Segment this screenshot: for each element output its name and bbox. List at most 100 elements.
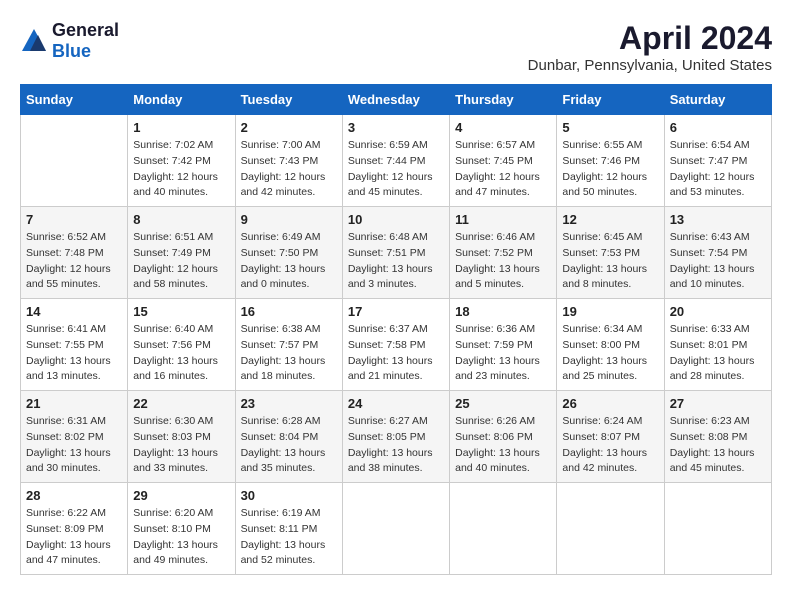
day-number: 12 [562,212,658,227]
week-row-3: 14 Sunrise: 6:41 AMSunset: 7:55 PMDayligh… [21,299,772,391]
calendar-cell: 15 Sunrise: 6:40 AMSunset: 7:56 PMDayligh… [128,299,235,391]
day-number: 28 [26,488,122,503]
week-row-1: 1Sunrise: 7:02 AMSunset: 7:42 PMDaylight… [21,115,772,207]
logo-general: General [52,20,119,40]
calendar-cell: 19 Sunrise: 6:34 AMSunset: 8:00 PMDayligh… [557,299,664,391]
logo-icon [20,27,48,55]
header-day-sunday: Sunday [21,85,128,115]
calendar-cell: 10Sunrise: 6:48 AMSunset: 7:51 PMDayligh… [342,207,449,299]
cell-info: Sunrise: 6:26 AMSunset: 8:06 PMDaylight:… [455,414,551,477]
header-day-friday: Friday [557,85,664,115]
day-number: 4 [455,120,551,135]
calendar-table: SundayMondayTuesdayWednesdayThursdayFrid… [20,84,772,575]
day-number: 30 [241,488,337,503]
cell-info: Sunrise: 6:57 AMSunset: 7:45 PMDaylight:… [455,138,551,201]
day-number: 18 [455,304,551,319]
calendar-cell: 11Sunrise: 6:46 AMSunset: 7:52 PMDayligh… [450,207,557,299]
cell-info: Sunrise: 6:37 AMSunset: 7:58 PMDaylight:… [348,322,444,385]
cell-info: Sunrise: 6:45 AMSunset: 7:53 PMDaylight:… [562,230,658,293]
calendar-cell: 25 Sunrise: 6:26 AMSunset: 8:06 PMDayligh… [450,391,557,483]
day-number: 22 [133,396,229,411]
cell-info: Sunrise: 6:52 AMSunset: 7:48 PMDaylight:… [26,230,122,293]
header: General Blue April 2024 Dunbar, Pennsylv… [20,20,772,74]
day-number: 25 [455,396,551,411]
cell-info: Sunrise: 6:41 AMSunset: 7:55 PMDaylight:… [26,322,122,385]
calendar-cell: 23Sunrise: 6:28 AMSunset: 8:04 PMDayligh… [235,391,342,483]
cell-info: Sunrise: 6:54 AMSunset: 7:47 PMDaylight:… [670,138,766,201]
header-day-wednesday: Wednesday [342,85,449,115]
cell-info: Sunrise: 6:20 AMSunset: 8:10 PMDaylight:… [133,506,229,569]
day-number: 21 [26,396,122,411]
cell-info: Sunrise: 6:33 AMSunset: 8:01 PMDaylight:… [670,322,766,385]
day-number: 14 [26,304,122,319]
calendar-cell: 1Sunrise: 7:02 AMSunset: 7:42 PMDaylight… [128,115,235,207]
header-day-monday: Monday [128,85,235,115]
calendar-cell: 9 Sunrise: 6:49 AMSunset: 7:50 PMDaylight… [235,207,342,299]
cell-info: Sunrise: 6:48 AMSunset: 7:51 PMDaylight:… [348,230,444,293]
day-number: 2 [241,120,337,135]
cell-info: Sunrise: 6:36 AMSunset: 7:59 PMDaylight:… [455,322,551,385]
day-number: 13 [670,212,766,227]
calendar-cell: 2 Sunrise: 7:00 AMSunset: 7:43 PMDaylight… [235,115,342,207]
calendar-cell: 22 Sunrise: 6:30 AMSunset: 8:03 PMDayligh… [128,391,235,483]
day-number: 7 [26,212,122,227]
cell-info: Sunrise: 7:02 AMSunset: 7:42 PMDaylight:… [133,138,229,201]
calendar-cell: 6 Sunrise: 6:54 AMSunset: 7:47 PMDaylight… [664,115,771,207]
day-number: 6 [670,120,766,135]
day-number: 3 [348,120,444,135]
cell-info: Sunrise: 6:24 AMSunset: 8:07 PMDaylight:… [562,414,658,477]
day-number: 19 [562,304,658,319]
day-number: 27 [670,396,766,411]
calendar-cell: 28 Sunrise: 6:22 AMSunset: 8:09 PMDayligh… [21,483,128,575]
calendar-cell: 4 Sunrise: 6:57 AMSunset: 7:45 PMDaylight… [450,115,557,207]
day-number: 17 [348,304,444,319]
calendar-cell: 24Sunrise: 6:27 AMSunset: 8:05 PMDayligh… [342,391,449,483]
calendar-cell: 26 Sunrise: 6:24 AMSunset: 8:07 PMDayligh… [557,391,664,483]
cell-info: Sunrise: 6:30 AMSunset: 8:03 PMDaylight:… [133,414,229,477]
calendar-cell [664,483,771,575]
cell-info: Sunrise: 6:55 AMSunset: 7:46 PMDaylight:… [562,138,658,201]
cell-info: Sunrise: 6:43 AMSunset: 7:54 PMDaylight:… [670,230,766,293]
day-number: 9 [241,212,337,227]
day-number: 26 [562,396,658,411]
cell-info: Sunrise: 6:49 AMSunset: 7:50 PMDaylight:… [241,230,337,293]
day-number: 15 [133,304,229,319]
calendar-cell [557,483,664,575]
calendar-cell: 5 Sunrise: 6:55 AMSunset: 7:46 PMDaylight… [557,115,664,207]
cell-info: Sunrise: 6:51 AMSunset: 7:49 PMDaylight:… [133,230,229,293]
header-row: SundayMondayTuesdayWednesdayThursdayFrid… [21,85,772,115]
logo: General Blue [20,20,119,62]
day-number: 20 [670,304,766,319]
title-area: April 2024 Dunbar, Pennsylvania, United … [528,20,772,74]
calendar-cell: 8Sunrise: 6:51 AMSunset: 7:49 PMDaylight… [128,207,235,299]
day-number: 11 [455,212,551,227]
day-number: 16 [241,304,337,319]
cell-info: Sunrise: 6:31 AMSunset: 8:02 PMDaylight:… [26,414,122,477]
cell-info: Sunrise: 6:40 AMSunset: 7:56 PMDaylight:… [133,322,229,385]
calendar-cell: 18 Sunrise: 6:36 AMSunset: 7:59 PMDayligh… [450,299,557,391]
header-day-thursday: Thursday [450,85,557,115]
cell-info: Sunrise: 6:19 AMSunset: 8:11 PMDaylight:… [241,506,337,569]
calendar-cell [342,483,449,575]
cell-info: Sunrise: 6:23 AMSunset: 8:08 PMDaylight:… [670,414,766,477]
cell-info: Sunrise: 6:22 AMSunset: 8:09 PMDaylight:… [26,506,122,569]
calendar-cell: 17 Sunrise: 6:37 AMSunset: 7:58 PMDayligh… [342,299,449,391]
cell-info: Sunrise: 6:38 AMSunset: 7:57 PMDaylight:… [241,322,337,385]
week-row-5: 28 Sunrise: 6:22 AMSunset: 8:09 PMDayligh… [21,483,772,575]
cell-info: Sunrise: 7:00 AMSunset: 7:43 PMDaylight:… [241,138,337,201]
day-number: 23 [241,396,337,411]
calendar-cell: 7 Sunrise: 6:52 AMSunset: 7:48 PMDaylight… [21,207,128,299]
header-day-tuesday: Tuesday [235,85,342,115]
calendar-cell: 12 Sunrise: 6:45 AMSunset: 7:53 PMDayligh… [557,207,664,299]
day-number: 24 [348,396,444,411]
calendar-cell: 13 Sunrise: 6:43 AMSunset: 7:54 PMDayligh… [664,207,771,299]
cell-info: Sunrise: 6:34 AMSunset: 8:00 PMDaylight:… [562,322,658,385]
day-number: 5 [562,120,658,135]
calendar-cell: 27 Sunrise: 6:23 AMSunset: 8:08 PMDayligh… [664,391,771,483]
location-title: Dunbar, Pennsylvania, United States [528,57,772,74]
calendar-cell: 3Sunrise: 6:59 AMSunset: 7:44 PMDaylight… [342,115,449,207]
header-day-saturday: Saturday [664,85,771,115]
calendar-cell: 21 Sunrise: 6:31 AMSunset: 8:02 PMDayligh… [21,391,128,483]
logo-blue: Blue [52,41,91,61]
calendar-cell: 20 Sunrise: 6:33 AMSunset: 8:01 PMDayligh… [664,299,771,391]
